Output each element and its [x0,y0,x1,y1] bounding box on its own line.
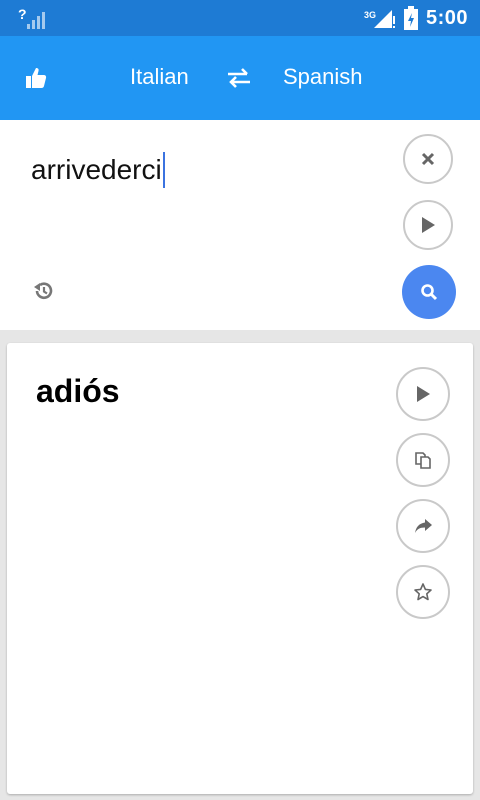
share-button[interactable] [396,499,450,553]
status-clock: 5:00 [425,6,468,29]
play-source-button[interactable] [403,200,453,250]
thumbs-up-icon [26,68,47,88]
history-icon [34,282,53,300]
play-icon [417,386,430,402]
copy-icon [415,452,431,469]
network-indicator: 3G [363,6,396,30]
source-language-button[interactable]: Italian [130,64,189,90]
input-panel: arrivederci [0,120,480,330]
app-bar: Italian Spanish [0,36,480,120]
translation-text: adiós [36,373,120,409]
close-icon [421,152,435,166]
signal-indicator-left: ? [18,6,46,30]
status-bar: ? 3G 5:00 [0,0,480,36]
battery-icon [403,6,418,30]
result-panel: adiós [7,343,473,794]
text-cursor [162,152,165,188]
status-icons: 3G 5:00 [363,0,468,36]
unknown-signal-label: ? [18,6,27,22]
signal-strength-icon [27,12,45,29]
like-button[interactable] [24,66,48,90]
copy-button[interactable] [396,433,450,487]
play-translation-button[interactable] [396,367,450,421]
history-button[interactable] [33,280,55,302]
source-text: arrivederci [31,154,162,185]
translate-search-button[interactable] [402,265,456,319]
source-text-input[interactable]: arrivederci [31,152,165,188]
star-icon [414,583,432,601]
search-icon [421,284,438,301]
swap-arrows-icon [228,68,250,88]
share-icon [415,519,432,533]
swap-languages-button[interactable] [226,66,252,90]
favorite-button[interactable] [396,565,450,619]
clear-button[interactable] [403,134,453,184]
play-icon [422,217,435,233]
target-language-button[interactable]: Spanish [283,64,363,90]
network-type-label: 3G [363,10,376,20]
